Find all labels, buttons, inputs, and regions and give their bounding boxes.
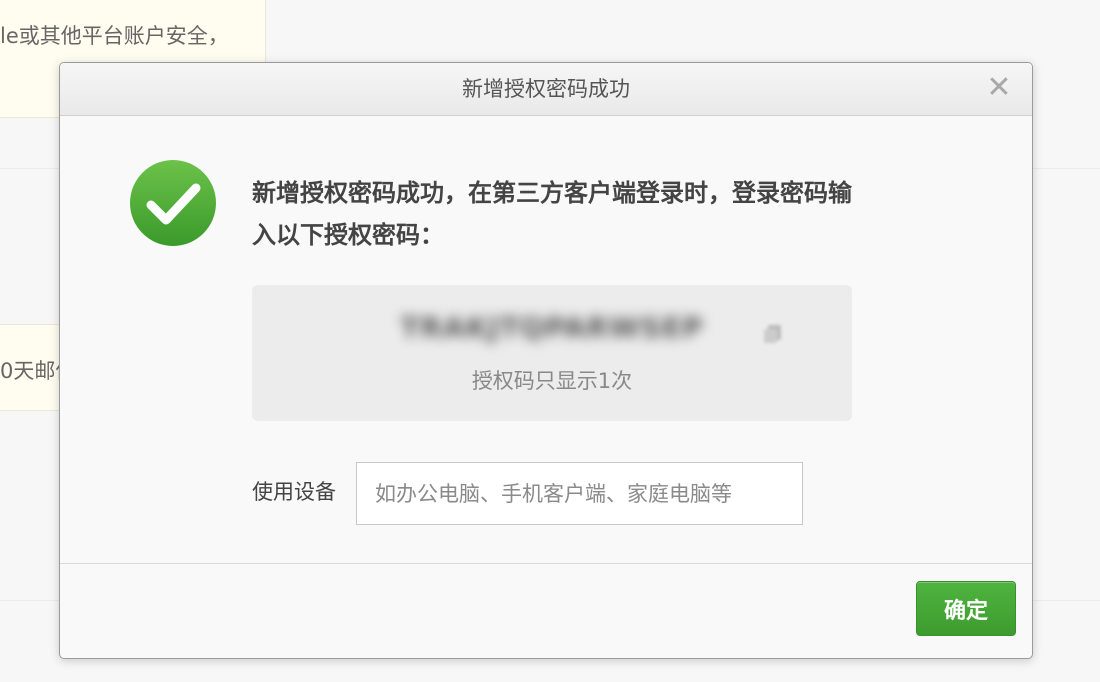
auth-code-value[interactable]: TRAKJTQPARWSEP xyxy=(362,311,742,344)
ok-button[interactable]: 确定 xyxy=(916,581,1016,636)
background-notice-mid: 0天邮件 xyxy=(0,324,62,411)
auth-code-success-dialog: 新增授权密码成功 ✕ 新增授权密码成功，在第三方客户端登录时，登录密码输入以下授… xyxy=(59,62,1033,659)
close-icon[interactable]: ✕ xyxy=(986,73,1012,103)
check-circle-icon xyxy=(130,160,216,246)
copy-icon[interactable] xyxy=(762,323,784,345)
dialog-body: 新增授权密码成功，在第三方客户端登录时，登录密码输入以下授权密码： TRAKJT… xyxy=(60,116,1032,566)
background-notice-mid-text: 0天邮件 xyxy=(0,359,62,383)
device-input[interactable] xyxy=(356,462,803,525)
background-notice-top-text: le或其他平台账户安全， xyxy=(0,24,229,48)
dialog-header: 新增授权密码成功 ✕ xyxy=(60,63,1032,116)
dialog-title: 新增授权密码成功 xyxy=(462,77,630,101)
device-label: 使用设备 xyxy=(252,480,336,504)
auth-code-hint: 授权码只显示1次 xyxy=(471,369,633,393)
dialog-footer: 确定 xyxy=(60,563,1032,658)
auth-code-box: TRAKJTQPARWSEP 授权码只显示1次 xyxy=(252,285,852,421)
success-message: 新增授权密码成功，在第三方客户端登录时，登录密码输入以下授权密码： xyxy=(252,179,852,249)
